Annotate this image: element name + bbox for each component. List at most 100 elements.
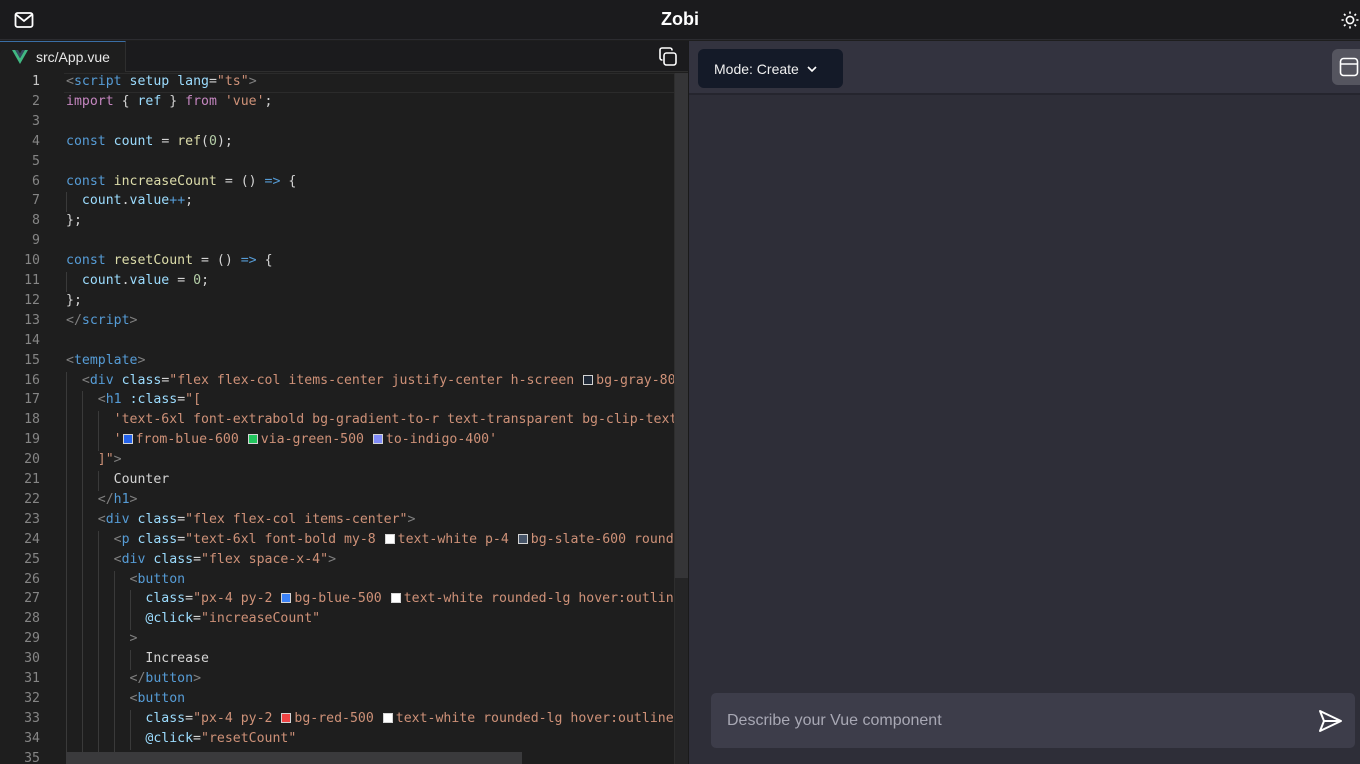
color-swatch[interactable] <box>583 374 594 385</box>
code-text: const resetCount = () => { <box>66 253 273 269</box>
code-text: <script setup lang="ts"> <box>66 74 257 89</box>
code-text: </h1> <box>97 491 138 507</box>
code-line[interactable]: 24 <p class="text-6xl font-bold my-8 tex… <box>0 530 674 551</box>
line-number: 21 <box>24 472 40 487</box>
line-number: 15 <box>24 352 40 368</box>
color-swatch[interactable] <box>122 434 133 445</box>
code-line[interactable]: 3 <box>0 113 674 133</box>
code-line[interactable]: 29 > <box>0 630 674 651</box>
color-swatch[interactable] <box>247 434 258 445</box>
sun-icon[interactable] <box>1340 10 1360 30</box>
color-swatch[interactable] <box>372 434 383 445</box>
line-number: 13 <box>24 312 40 328</box>
tab-app-vue[interactable]: src/App.vue <box>0 41 126 72</box>
color-swatch[interactable] <box>384 533 395 544</box>
code-line[interactable]: 31 </button> <box>0 670 674 690</box>
code-line[interactable]: 17 <h1 :class="[ <box>0 391 674 412</box>
code-line[interactable]: 25 <div class="flex space-x-4"> <box>0 550 674 571</box>
line-number: 3 <box>32 113 40 129</box>
code-line[interactable]: 1 <script setup lang="ts"> <box>0 73 674 93</box>
layout-toggle-button[interactable] <box>1332 49 1360 85</box>
line-number: 27 <box>24 591 40 607</box>
code-line[interactable]: 16 <div class="flex flex-col items-cente… <box>0 371 674 392</box>
code-text: }; <box>66 213 82 229</box>
code-line[interactable]: 18 'text-6xl font-extrabold bg-gradient-… <box>0 411 674 432</box>
code-line[interactable]: 27 class="px-4 py-2 bg-blue-500 text-whi… <box>0 590 674 611</box>
line-number: 18 <box>24 412 40 428</box>
code-text: <button <box>129 571 186 587</box>
line-number: 33 <box>24 710 40 726</box>
vertical-scrollbar-thumb[interactable] <box>675 73 688 578</box>
code-line[interactable]: 8}; <box>0 212 674 232</box>
line-number: 14 <box>24 332 40 348</box>
code-line[interactable]: 34 @click="resetCount" <box>0 729 674 750</box>
code-line[interactable]: 32 <button <box>0 689 674 710</box>
code-line[interactable]: 33 class="px-4 py-2 bg-red-500 text-whit… <box>0 709 674 730</box>
code-line[interactable]: 22 </h1> <box>0 490 674 511</box>
code-line[interactable]: 13 </script> <box>0 312 674 332</box>
code-text: Increase <box>66 651 209 667</box>
line-number: 24 <box>24 531 40 547</box>
color-swatch[interactable] <box>281 593 292 604</box>
code-line[interactable]: 14 <box>0 332 674 352</box>
prompt-input[interactable] <box>711 693 1301 748</box>
code-line[interactable]: 9 <box>0 232 674 252</box>
code-area[interactable]: 1 <script setup lang="ts"> 2 import { ref }… <box>0 73 674 764</box>
code-text: class="px-4 py-2 bg-blue-500 text-white … <box>145 591 674 607</box>
generator-panel: Mode: Create <box>688 41 1360 764</box>
code-line[interactable]: 19 ' from-blue-600 via-green-500 to-indig… <box>0 431 674 452</box>
color-swatch[interactable] <box>517 533 528 544</box>
send-icon[interactable] <box>1316 707 1344 735</box>
code-text: count.value++; <box>81 193 194 209</box>
color-swatch[interactable] <box>390 593 401 604</box>
line-number: 35 <box>24 750 40 764</box>
code-line[interactable]: 20 ]"> <box>0 451 674 472</box>
app-title: Zobi <box>661 9 699 29</box>
vue-logo-icon <box>12 50 28 64</box>
code-text: </script> <box>66 312 138 328</box>
line-number: 10 <box>24 253 40 269</box>
code-line[interactable]: 4 const count = ref(0); <box>0 133 674 153</box>
code-line[interactable]: 7 count.value++; <box>0 192 674 213</box>
code-text: Counter <box>66 472 170 487</box>
color-swatch[interactable] <box>382 712 393 723</box>
code-line[interactable]: 23 <div class="flex flex-col items-cente… <box>0 510 674 531</box>
code-text: <div class="flex space-x-4"> <box>113 551 337 567</box>
code-line[interactable]: 15 <template> <box>0 352 674 372</box>
chevron-down-icon <box>807 65 817 72</box>
code-text: ' from-blue-600 via-green-500 to-indigo-4… <box>113 432 498 448</box>
code-line[interactable]: 5 <box>0 153 674 173</box>
code-text: @click="resetCount" <box>145 730 297 746</box>
code-text: <button <box>129 690 186 706</box>
code-text: count.value = 0; <box>81 273 210 288</box>
horizontal-scrollbar-thumb[interactable] <box>66 752 522 764</box>
code-editor: src/App.vue 1 <script setup lang="ts"> 2 im… <box>0 41 688 764</box>
line-number: 30 <box>24 651 40 667</box>
code-line[interactable]: 10 const resetCount = () => { <box>0 252 674 272</box>
code-line[interactable]: 21 Counter <box>0 471 674 491</box>
code-text: const count = ref(0); <box>66 133 233 149</box>
line-number: 19 <box>24 432 40 448</box>
code-text: <div class="flex flex-col items-center j… <box>81 372 674 388</box>
line-number: 6 <box>32 173 40 189</box>
line-number: 2 <box>32 93 40 109</box>
panel-header: Mode: Create <box>689 41 1360 95</box>
code-line[interactable]: 30 Increase <box>0 650 674 671</box>
code-text: <h1 :class="[ <box>97 392 202 408</box>
code-line[interactable]: 26 <button <box>0 570 674 591</box>
vertical-scrollbar[interactable] <box>674 73 688 764</box>
mode-dropdown[interactable]: Mode: Create <box>698 49 843 88</box>
copy-icon[interactable] <box>657 46 679 68</box>
line-number: 16 <box>24 372 40 388</box>
code-line[interactable]: 28 @click="increaseCount" <box>0 610 674 631</box>
code-line[interactable]: 6 const increaseCount = () => { <box>0 173 674 193</box>
code-line[interactable]: 12}; <box>0 292 674 312</box>
line-number: 25 <box>24 551 40 567</box>
line-number: 34 <box>24 730 40 746</box>
line-number: 28 <box>24 611 40 627</box>
code-text: <p class="text-6xl font-bold my-8 text-w… <box>113 531 674 547</box>
line-number: 31 <box>24 671 40 686</box>
code-line[interactable]: 2 import { ref } from 'vue'; <box>0 93 674 113</box>
color-swatch[interactable] <box>281 712 292 723</box>
code-line[interactable]: 11 count.value = 0; <box>0 272 674 292</box>
